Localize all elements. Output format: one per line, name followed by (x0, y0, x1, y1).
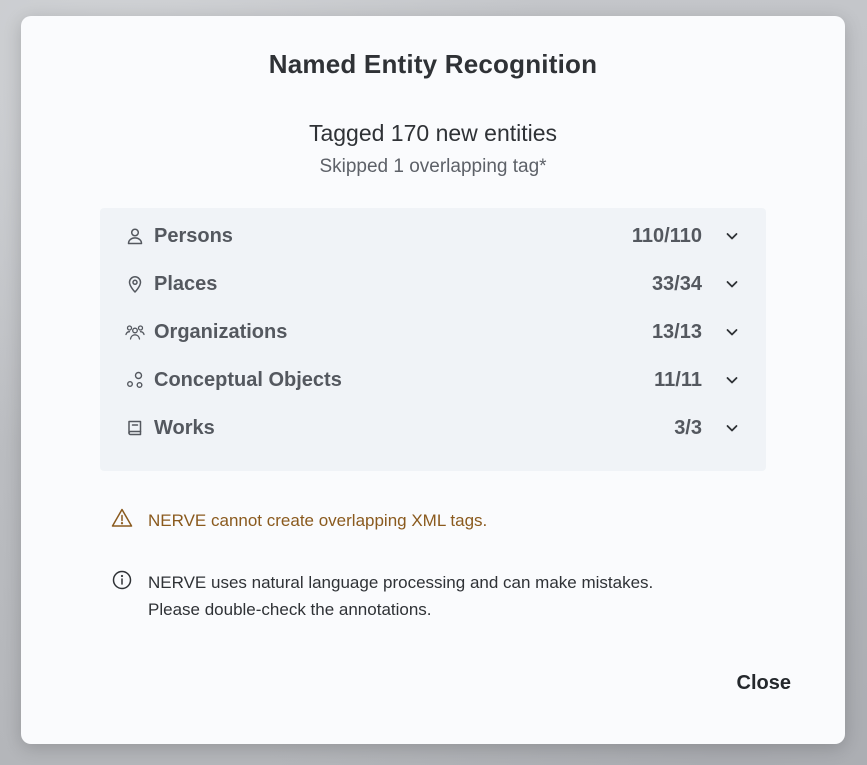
entity-row-persons[interactable]: Persons 110/110 (100, 212, 766, 260)
skipped-summary: Skipped 1 overlapping tag* (319, 156, 547, 177)
shapes-icon (125, 370, 145, 390)
info-text: NERVE uses natural language processing a… (148, 569, 653, 623)
chevron-down-icon[interactable] (724, 276, 740, 292)
info-circle-icon (112, 570, 132, 590)
group-icon (125, 322, 145, 342)
entity-count: 3/3 (674, 416, 702, 439)
close-button[interactable]: Close (737, 672, 791, 695)
info-line-1: NERVE uses natural language processing a… (148, 573, 654, 592)
person-icon (125, 226, 145, 246)
info-line-2: Please double-check the annotations. (148, 600, 432, 619)
entity-row-places[interactable]: Places 33/34 (100, 260, 766, 308)
entity-label: Organizations (154, 320, 288, 343)
entity-count: 110/110 (631, 224, 702, 247)
book-icon (125, 418, 145, 438)
warning-line: NERVE cannot create overlapping XML tags… (148, 511, 488, 530)
entity-label: Conceptual Objects (154, 368, 342, 391)
chevron-down-icon[interactable] (724, 372, 740, 388)
warning-text: NERVE cannot create overlapping XML tags… (148, 507, 487, 534)
map-pin-icon (125, 274, 145, 294)
entity-row-works[interactable]: Works 3/3 (100, 404, 766, 452)
entity-label: Works (154, 416, 215, 439)
dialog-title: Named Entity Recognition (268, 49, 598, 79)
chevron-down-icon[interactable] (724, 420, 740, 436)
overlap-warning: NERVE cannot create overlapping XML tags… (111, 507, 487, 534)
entity-label: Places (154, 272, 218, 295)
entity-count: 33/34 (651, 272, 702, 295)
entity-list: Persons 110/110 Places 33/34 Organizatio… (100, 208, 766, 471)
entity-row-organizations[interactable]: Organizations 13/13 (100, 308, 766, 356)
warning-triangle-icon (111, 508, 133, 527)
entity-count: 11/11 (654, 368, 702, 391)
chevron-down-icon[interactable] (724, 324, 740, 340)
nlp-disclaimer: NERVE uses natural language processing a… (111, 569, 653, 623)
chevron-down-icon[interactable] (724, 228, 740, 244)
entity-row-conceptual-objects[interactable]: Conceptual Objects 11/11 (100, 356, 766, 404)
ner-dialog: Named Entity Recognition Tagged 170 new … (21, 16, 845, 744)
entity-count: 13/13 (651, 320, 702, 343)
entity-label: Persons (154, 224, 233, 247)
tagged-summary: Tagged 170 new entities (308, 120, 558, 146)
